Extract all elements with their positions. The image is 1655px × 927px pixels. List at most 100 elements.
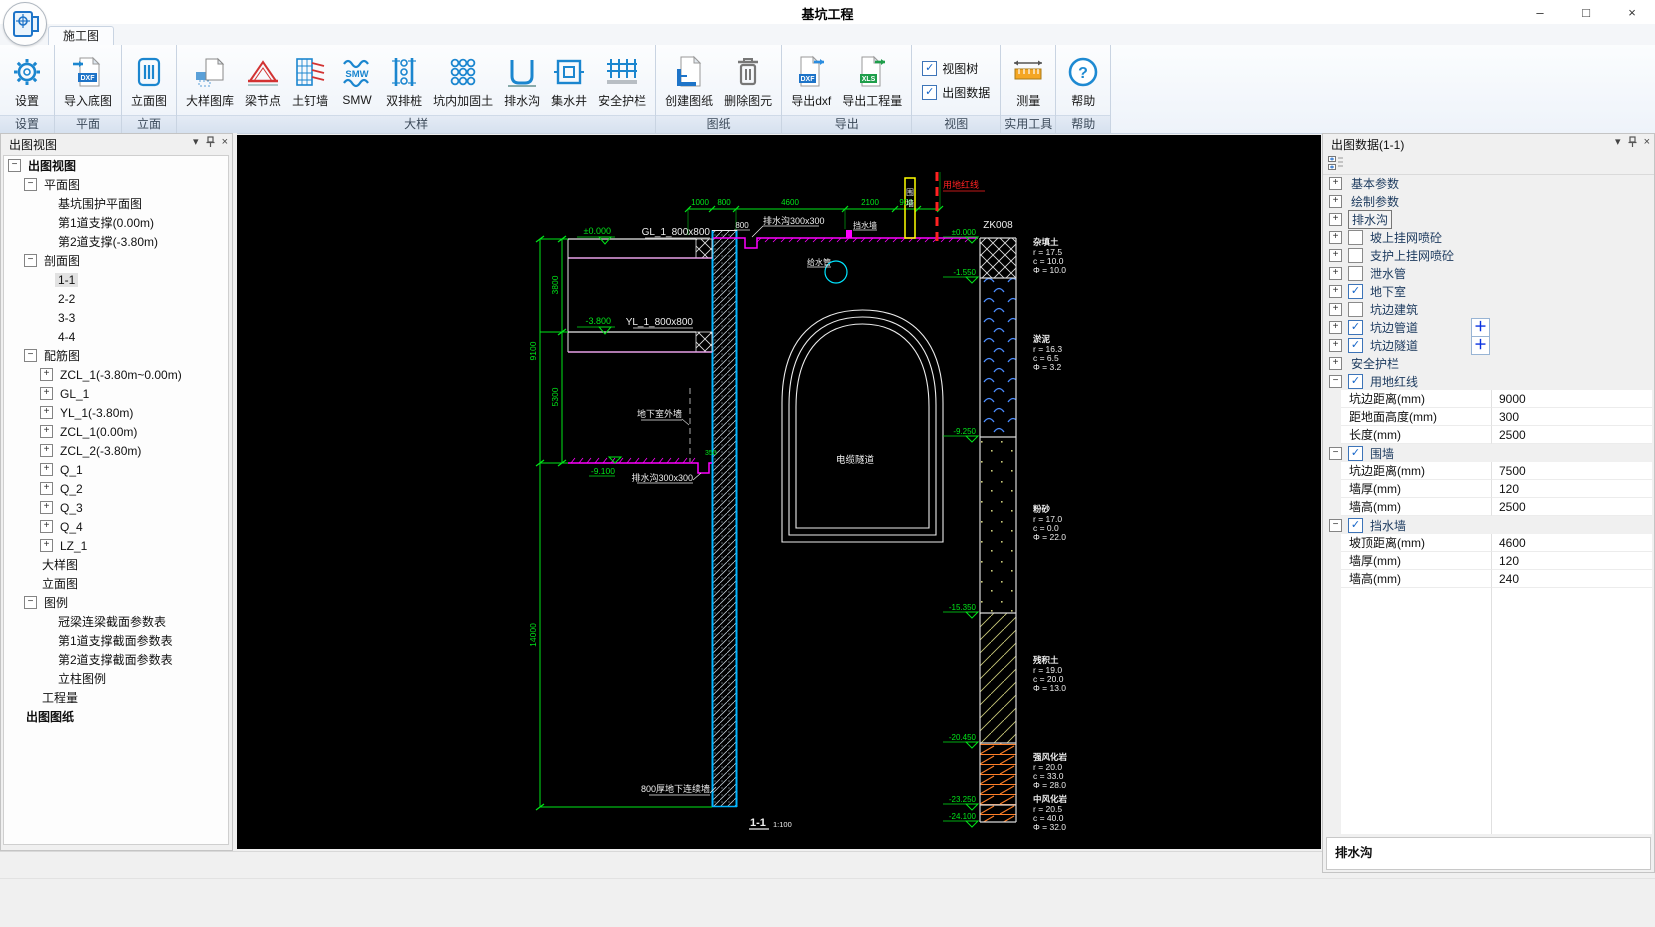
pin-icon[interactable] [206,136,215,147]
expand-icon[interactable]: + [1329,303,1342,316]
checkbox-icon[interactable]: ✓ [1348,338,1363,353]
data-item-坡上挂网喷砼[interactable]: +坡上挂网喷砼 [1327,228,1652,246]
tree-item-图例[interactable]: −图例 [4,593,228,612]
expand-icon[interactable]: + [40,482,53,495]
property-value[interactable]: 2500 [1492,498,1652,516]
maximize-icon[interactable]: □ [1563,0,1609,24]
panel-dropdown-icon[interactable]: ▾ [193,135,199,148]
app-menu-button[interactable] [3,2,47,46]
data-item-坑边隧道[interactable]: +✓坑边隧道＋ [1327,336,1652,354]
ribbon-button-beam-node[interactable]: 梁节点 [241,52,285,111]
expand-icon[interactable]: + [40,444,53,457]
property-value[interactable]: 120 [1492,552,1652,570]
checkbox-icon[interactable] [1348,230,1363,245]
ribbon-button-drain[interactable]: 排水沟 [500,52,544,111]
splitter-left[interactable] [233,133,237,851]
ribbon-button-gear[interactable]: 设置 [5,52,49,111]
expand-icon[interactable]: + [40,387,53,400]
collapse-icon[interactable]: − [1329,375,1342,388]
panel-dropdown-icon[interactable]: ▾ [1615,135,1621,148]
tree-item-第2道支撑(-3.80m)[interactable]: 第2道支撑(-3.80m) [4,232,228,251]
ribbon-button-measure[interactable]: 测量 [1006,52,1050,111]
expand-all-icon[interactable] [1328,156,1344,170]
tree-item-4-4[interactable]: 4-4 [4,327,228,346]
tree-item-工程量[interactable]: 工程量 [4,688,228,707]
ribbon-button-smw[interactable]: SMWSMW [335,53,379,109]
panel-close-icon[interactable]: × [222,136,228,148]
tree-item-Q_3[interactable]: +Q_3 [4,498,228,517]
expand-icon[interactable]: + [1329,195,1342,208]
checkbox-icon[interactable] [1348,266,1363,281]
property-value[interactable]: 2500 [1492,426,1652,444]
collapse-icon[interactable]: − [1329,447,1342,460]
expand-icon[interactable]: + [1329,357,1342,370]
ribbon-button-sump[interactable]: 集水井 [547,52,591,111]
expand-icon[interactable]: + [1329,285,1342,298]
close-icon[interactable]: × [1609,0,1655,24]
data-item-挡水墙[interactable]: −✓挡水墙 [1327,516,1652,534]
tree-item-ZCL_1(-3.80m~0.00m)[interactable]: +ZCL_1(-3.80m~0.00m) [4,365,228,384]
data-item-用地红线[interactable]: −✓用地红线 [1327,372,1652,390]
ribbon-toggle-出图数据[interactable]: ✓出图数据 [922,84,990,101]
tree-item-第1道支撑(0.00m)[interactable]: 第1道支撑(0.00m) [4,213,228,232]
tree-item-3-3[interactable]: 3-3 [4,308,228,327]
data-item-坑边建筑[interactable]: +坑边建筑 [1327,300,1652,318]
tree-item-基坑围护平面图[interactable]: 基坑围护平面图 [4,194,228,213]
tree-item-GL_1[interactable]: +GL_1 [4,384,228,403]
ribbon-button-export-xls[interactable]: XLS导出工程量 [838,52,906,111]
ribbon-toggle-视图树[interactable]: ✓视图树 [922,60,978,77]
expand-icon[interactable]: + [40,406,53,419]
data-item-基本参数[interactable]: +基本参数 [1327,174,1652,192]
pin-icon[interactable] [1628,136,1637,147]
tree-item-YL_1(-3.80m)[interactable]: +YL_1(-3.80m) [4,403,228,422]
checkbox-icon[interactable]: ✓ [1348,518,1363,533]
expand-icon[interactable]: + [1329,321,1342,334]
collapse-icon[interactable]: − [24,596,37,609]
property-value[interactable]: 240 [1492,570,1652,588]
checkbox-icon[interactable] [1348,302,1363,317]
ribbon-button-elevation[interactable]: 立面图 [127,52,171,111]
checkbox-icon[interactable]: ✓ [1348,374,1363,389]
expand-icon[interactable]: + [40,501,53,514]
cad-viewport[interactable]: ±0.000-1.550-9.250-15.350-20.450-23.250-… [237,135,1321,849]
expand-icon[interactable]: + [40,520,53,533]
tree-item-1-1[interactable]: 1-1 [4,270,228,289]
tree-item-出图图纸[interactable]: 出图图纸 [4,707,228,726]
data-item-坑边管道[interactable]: +✓坑边管道＋ [1327,318,1652,336]
tree-item-第2道支撑截面参数表[interactable]: 第2道支撑截面参数表 [4,650,228,669]
tree-item-冠梁连梁截面参数表[interactable]: 冠梁连梁截面参数表 [4,612,228,631]
tab-construction-drawing[interactable]: 施工图 [48,26,114,45]
collapse-icon[interactable]: − [24,349,37,362]
tree-item-出图视图[interactable]: −出图视图 [4,156,228,175]
data-item-安全护栏[interactable]: +安全护栏 [1327,354,1652,372]
data-item-泄水管[interactable]: +泄水管 [1327,264,1652,282]
minimize-icon[interactable]: – [1517,0,1563,24]
tree-item-ZCL_2(-3.80m)[interactable]: +ZCL_2(-3.80m) [4,441,228,460]
expand-icon[interactable]: + [1329,213,1342,226]
tree-item-剖面图[interactable]: −剖面图 [4,251,228,270]
add-button[interactable]: ＋ [1471,318,1490,337]
data-item-围墙[interactable]: −✓围墙 [1327,444,1652,462]
collapse-icon[interactable]: − [24,178,37,191]
expand-icon[interactable]: + [40,539,53,552]
expand-icon[interactable]: + [1329,177,1342,190]
tree-item-配筋图[interactable]: −配筋图 [4,346,228,365]
expand-icon[interactable]: + [1329,249,1342,262]
checkbox-icon[interactable]: ✓ [922,85,937,100]
tree-item-大样图[interactable]: 大样图 [4,555,228,574]
add-button[interactable]: ＋ [1471,336,1490,355]
property-value[interactable]: 120 [1492,480,1652,498]
data-item-排水沟[interactable]: +排水沟 [1327,210,1652,228]
ribbon-button-create-sheet[interactable]: 创建图纸 [661,52,717,111]
property-value[interactable]: 4600 [1492,534,1652,552]
collapse-icon[interactable]: − [1329,519,1342,532]
ribbon-button-reinforce[interactable]: 坑内加固土 [429,52,497,111]
tree-item-ZCL_1(0.00m)[interactable]: +ZCL_1(0.00m) [4,422,228,441]
tree-item-2-2[interactable]: 2-2 [4,289,228,308]
property-value[interactable]: 7500 [1492,462,1652,480]
ribbon-button-export-dxf[interactable]: DXF导出dxf [787,52,835,111]
ribbon-button-delete-element[interactable]: 删除图元 [720,52,776,111]
tree-item-Q_1[interactable]: +Q_1 [4,460,228,479]
collapse-icon[interactable]: − [8,159,21,172]
data-item-绘制参数[interactable]: +绘制参数 [1327,192,1652,210]
